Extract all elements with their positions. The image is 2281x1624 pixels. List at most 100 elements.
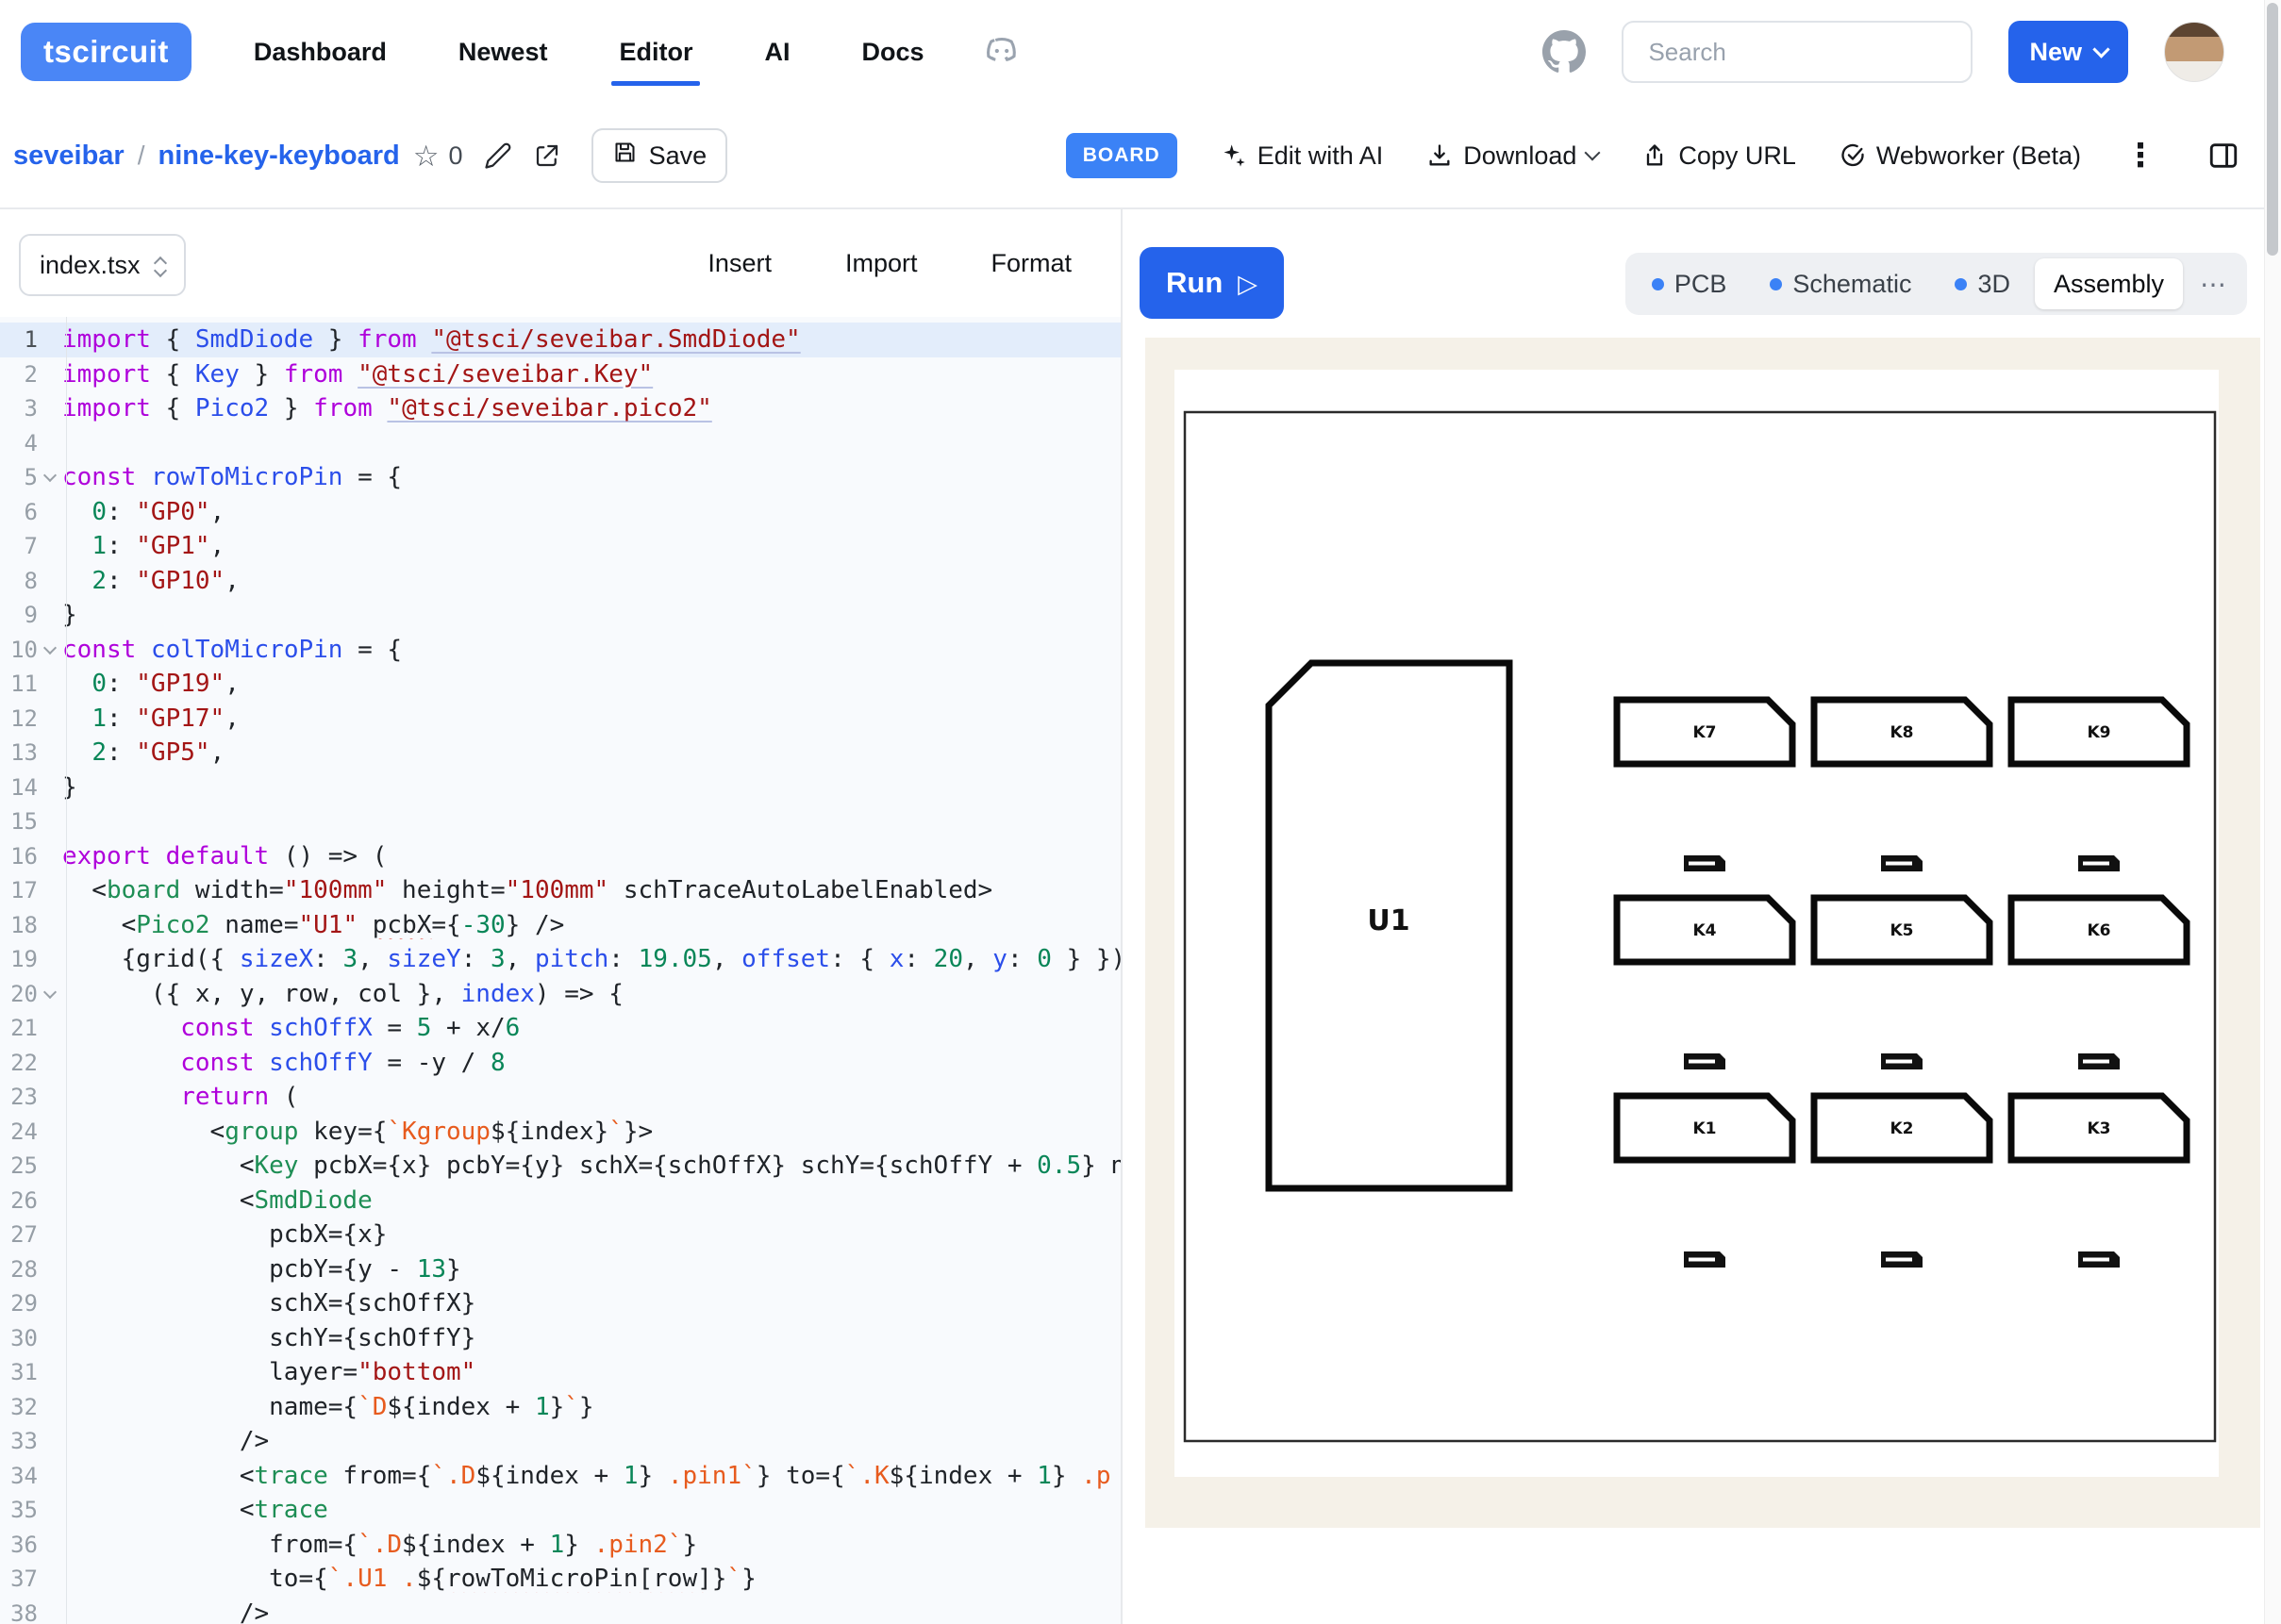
line-number: 1	[0, 326, 38, 353]
edit-with-ai-label: Edit with AI	[1257, 141, 1384, 171]
play-icon: ▷	[1238, 270, 1257, 299]
line-number: 5	[0, 464, 38, 490]
tscircuit-logo[interactable]: tscircuit	[21, 23, 191, 81]
tab-assembly[interactable]: Assembly	[2035, 258, 2183, 309]
code-line-37: 37 to={`.U1 .${rowToMicroPin[row]}`}	[0, 1562, 1121, 1597]
fold-arrow-icon[interactable]	[38, 991, 62, 997]
preview-panel: Run ▷ PCBSchematic3DAssembly⋯ U1K7K8K9K4…	[1124, 209, 2264, 1624]
line-text: schX={schOffX}	[62, 1289, 1121, 1317]
diode-stripe	[2083, 1258, 2109, 1262]
line-text: return (	[62, 1083, 1121, 1111]
line-number: 31	[0, 1359, 38, 1385]
code-line-26: 26 <SmdDiode	[0, 1184, 1121, 1218]
tab-label: Schematic	[1792, 270, 1911, 299]
line-text: layer="bottom"	[62, 1358, 1121, 1386]
assembly-canvas[interactable]: U1K7K8K9K4K5K6K1K2K3	[1145, 338, 2260, 1528]
share-up-icon	[1641, 142, 1668, 169]
edit-pencil-icon[interactable]	[484, 141, 512, 170]
code-editor[interactable]: 1import { SmdDiode } from "@tsci/seveiba…	[0, 317, 1121, 1624]
diode-stripe	[1689, 862, 1715, 866]
code-line-9: 9}	[0, 598, 1121, 633]
key-label-K6: K6	[2087, 921, 2110, 940]
line-text: <SmdDiode	[62, 1186, 1121, 1215]
fold-arrow-icon[interactable]	[38, 647, 62, 653]
line-number: 25	[0, 1152, 38, 1179]
sparkles-icon	[1221, 142, 1247, 169]
key-label-K4: K4	[1692, 921, 1716, 940]
avatar[interactable]	[2164, 22, 2224, 82]
editor-menu-import[interactable]: Import	[845, 249, 918, 278]
nav-item-dashboard[interactable]: Dashboard	[252, 30, 389, 75]
line-text: 2: "GP5",	[62, 738, 1121, 767]
assembly-drawing: U1K7K8K9K4K5K6K1K2K3	[1145, 338, 2260, 1528]
tab-3d[interactable]: 3D	[1936, 258, 2029, 309]
breadcrumb-project-link[interactable]: nine-key-keyboard	[158, 141, 399, 172]
code-line-3: 3import { Pico2 } from "@tsci/seveibar.p…	[0, 391, 1121, 426]
chip-label: U1	[1367, 904, 1409, 937]
line-text: export default () => (	[62, 842, 1121, 870]
tab-schematic[interactable]: Schematic	[1751, 258, 1930, 309]
nav-right: New	[1542, 21, 2224, 83]
search-input[interactable]	[1622, 21, 1973, 83]
github-icon[interactable]	[1542, 30, 1586, 74]
key-label-K7: K7	[1692, 723, 1716, 742]
run-button[interactable]: Run ▷	[1140, 247, 1284, 319]
code-line-18: 18 <Pico2 name="U1" pcbX={-30} />	[0, 908, 1121, 943]
code-line-30: 30 schY={schOffY}	[0, 1321, 1121, 1356]
star-icon[interactable]: ☆	[413, 141, 440, 171]
key-label-K8: K8	[1890, 723, 1913, 742]
key-label-K2: K2	[1890, 1119, 1913, 1138]
board-badge[interactable]: BOARD	[1066, 133, 1177, 178]
webworker-toggle[interactable]: Webworker (Beta)	[1840, 141, 2081, 171]
copy-url-label: Copy URL	[1678, 141, 1796, 171]
fold-arrow-icon[interactable]	[38, 474, 62, 480]
more-options-kebab[interactable]: ⋮	[2124, 137, 2156, 174]
preview-tabs: PCB Schematic 3D Assembly ⋯	[1625, 253, 2247, 315]
code-line-25: 25 <Key pcbX={x} pcbY={y} schX={schOffX}…	[0, 1149, 1121, 1184]
nav-item-docs[interactable]: Docs	[859, 30, 925, 75]
toggle-panel-icon[interactable]	[2207, 140, 2239, 172]
tab-pcb[interactable]: PCB	[1633, 258, 1746, 309]
run-label: Run	[1166, 266, 1223, 300]
tab-status-dot	[1652, 278, 1664, 290]
breadcrumb-user-link[interactable]: seveibar	[13, 141, 125, 172]
tabs-overflow-button[interactable]: ⋯	[2189, 269, 2239, 300]
page-scrollbar-track	[2264, 0, 2281, 1624]
code-line-36: 36 from={`.D${index + 1} .pin2`}	[0, 1528, 1121, 1563]
editor-menu-format[interactable]: Format	[991, 249, 1072, 278]
line-text: 0: "GP0",	[62, 498, 1121, 526]
nav-item-editor[interactable]: Editor	[617, 30, 694, 75]
nav-item-ai[interactable]: AI	[762, 30, 791, 75]
download-button[interactable]: Download	[1426, 141, 1598, 171]
open-share-icon[interactable]	[533, 141, 561, 170]
line-number: 16	[0, 843, 38, 870]
line-text: const schOffX = 5 + x/6	[62, 1014, 1121, 1042]
code-line-14: 14}	[0, 771, 1121, 805]
line-text: <board width="100mm" height="100mm" schT…	[62, 876, 1121, 904]
edit-with-ai-button[interactable]: Edit with AI	[1221, 141, 1384, 171]
page-scrollbar-thumb[interactable]	[2267, 3, 2278, 256]
line-number: 2	[0, 361, 38, 388]
code-line-1: 1import { SmdDiode } from "@tsci/seveiba…	[0, 323, 1121, 357]
editor-menu-insert[interactable]: Insert	[708, 249, 772, 278]
copy-url-button[interactable]: Copy URL	[1641, 141, 1796, 171]
line-text: pcbY={y - 13}	[62, 1255, 1121, 1284]
code-line-38: 38 />	[0, 1597, 1121, 1624]
top-nav: tscircuit Dashboard Newest Editor AI Docs Ne…	[0, 0, 2264, 104]
line-text: name={`D${index + 1}`}	[62, 1393, 1121, 1421]
new-button-label: New	[2029, 38, 2082, 67]
nav-item-newest[interactable]: Newest	[457, 30, 550, 75]
code-line-19: 19 {grid({ sizeX: 3, sizeY: 3, pitch: 19…	[0, 942, 1121, 977]
line-number: 9	[0, 602, 38, 628]
save-button[interactable]: Save	[591, 128, 728, 183]
line-text: }	[62, 773, 1121, 802]
code-line-7: 7 1: "GP1",	[0, 529, 1121, 564]
line-text: from={`.D${index + 1} .pin2`}	[62, 1531, 1121, 1559]
code-line-24: 24 <group key={`Kgroup${index}`}>	[0, 1115, 1121, 1150]
file-select[interactable]: index.tsx	[19, 234, 186, 296]
line-number: 33	[0, 1428, 38, 1454]
discord-icon[interactable]	[980, 30, 1024, 74]
line-text: 1: "GP17",	[62, 704, 1121, 733]
tab-label: Assembly	[2054, 270, 2164, 299]
new-button[interactable]: New	[2008, 21, 2128, 83]
